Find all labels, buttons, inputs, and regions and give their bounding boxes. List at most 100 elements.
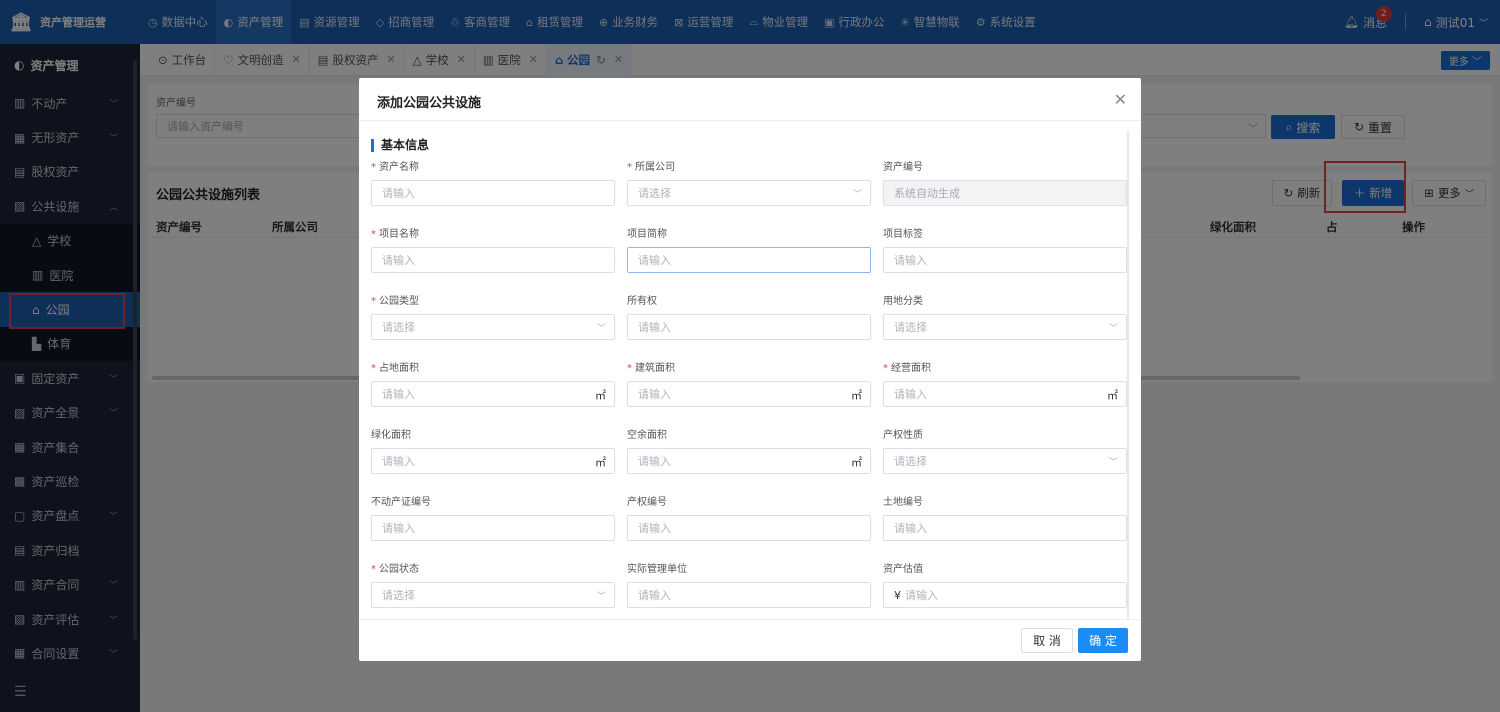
field-label-text: 不动产证编号 bbox=[371, 497, 431, 508]
field-label: 所有权 bbox=[627, 292, 871, 307]
select-field[interactable]: 请选择 ﹀ bbox=[627, 180, 871, 206]
field-label-text: 土地编号 bbox=[883, 497, 923, 508]
form-field: * 资产名称 请输入 bbox=[371, 158, 615, 206]
text-field[interactable]: ¥ 请输入 bbox=[883, 582, 1127, 608]
field-label: * 占地面积 bbox=[371, 359, 615, 374]
text-field[interactable]: 请输入 bbox=[371, 247, 615, 273]
field-label: 项目简称 bbox=[627, 225, 871, 240]
text-field[interactable]: 请输入 bbox=[627, 247, 871, 273]
field-placeholder: 请输入 bbox=[638, 321, 671, 334]
text-field[interactable]: 请输入 bbox=[883, 247, 1127, 273]
field-placeholder: 请选择 bbox=[638, 187, 671, 200]
field-label-text: 资产名称 bbox=[379, 162, 419, 173]
form-field: * 公园状态 请选择 ﹀ bbox=[371, 560, 615, 608]
form-field: 所有权 请输入 bbox=[627, 292, 871, 340]
select-field[interactable]: 请选择 ﹀ bbox=[883, 448, 1127, 474]
form-field: 土地编号 请输入 bbox=[883, 493, 1127, 541]
field-label: 空余面积 bbox=[627, 426, 871, 441]
required-mark: * bbox=[371, 162, 376, 173]
text-field[interactable]: 请输入 bbox=[371, 515, 615, 541]
select-field[interactable]: 请选择 ﹀ bbox=[371, 314, 615, 340]
form-field: 用地分类 请选择 ﹀ bbox=[883, 292, 1127, 340]
required-mark: * bbox=[627, 162, 632, 173]
add-park-facility-dialog: 添加公园公共设施 ✕ 基本信息 * 资产名称 请输入 * 所属公司 请选择 ﹀ 资产编号 … bbox=[359, 78, 1141, 661]
text-field[interactable]: 请输入 ㎡ bbox=[371, 448, 615, 474]
field-label-text: 所属公司 bbox=[635, 162, 675, 173]
text-field[interactable]: 请输入 ㎡ bbox=[627, 448, 871, 474]
field-label: 资产估值 bbox=[883, 560, 1127, 575]
field-label-text: 项目名称 bbox=[379, 229, 419, 240]
field-label-text: 用地分类 bbox=[883, 296, 923, 307]
text-field[interactable]: 请输入 ㎡ bbox=[627, 381, 871, 407]
text-field[interactable]: 请输入 bbox=[627, 515, 871, 541]
field-label: * 建筑面积 bbox=[627, 359, 871, 374]
field-placeholder: 请输入 bbox=[894, 522, 927, 535]
text-field[interactable]: 请输入 ㎡ bbox=[371, 381, 615, 407]
field-label: * 公园类型 bbox=[371, 292, 615, 307]
dialog-body: 基本信息 * 资产名称 请输入 * 所属公司 请选择 ﹀ 资产编号 系统自动生成 * 项目名称… bbox=[359, 121, 1141, 619]
chevron-down-icon: ﹀ bbox=[1108, 458, 1118, 468]
text-field[interactable]: 请输入 bbox=[627, 582, 871, 608]
field-label-text: 项目标签 bbox=[883, 229, 923, 240]
field-label: * 经营面积 bbox=[883, 359, 1127, 374]
text-field[interactable]: 请输入 bbox=[371, 180, 615, 206]
required-mark: * bbox=[371, 564, 376, 575]
text-field: 系统自动生成 bbox=[883, 180, 1127, 206]
field-placeholder: 请输入 bbox=[382, 388, 415, 401]
field-placeholder: 系统自动生成 bbox=[894, 187, 960, 200]
field-placeholder: 请输入 bbox=[638, 388, 671, 401]
form-field: * 经营面积 请输入 ㎡ bbox=[883, 359, 1127, 407]
dialog-scrollbar[interactable] bbox=[1127, 131, 1129, 619]
text-field[interactable]: 请输入 bbox=[883, 515, 1127, 541]
chevron-down-icon: ﹀ bbox=[1108, 324, 1118, 334]
field-placeholder: 请输入 bbox=[382, 254, 415, 267]
field-label-text: 实际管理单位 bbox=[627, 564, 687, 575]
section-title: 基本信息 bbox=[371, 139, 429, 152]
field-label: * 公园状态 bbox=[371, 560, 615, 575]
form-field: * 建筑面积 请输入 ㎡ bbox=[627, 359, 871, 407]
field-label-text: 产权性质 bbox=[883, 430, 923, 441]
field-placeholder: 请输入 bbox=[638, 522, 671, 535]
field-label-text: 资产估值 bbox=[883, 564, 923, 575]
form-field: 产权性质 请选择 ﹀ bbox=[883, 426, 1127, 474]
required-mark: * bbox=[371, 229, 376, 240]
field-label-text: 占地面积 bbox=[379, 363, 419, 374]
chevron-down-icon: ﹀ bbox=[596, 592, 606, 602]
chevron-down-icon: ﹀ bbox=[596, 324, 606, 334]
unit-suffix: ㎡ bbox=[851, 389, 862, 402]
field-label: 资产编号 bbox=[883, 158, 1127, 173]
field-placeholder: 请选择 bbox=[894, 321, 927, 334]
close-icon[interactable]: ✕ bbox=[1114, 90, 1127, 109]
field-placeholder: 请输入 bbox=[382, 187, 415, 200]
text-field[interactable]: 请输入 bbox=[627, 314, 871, 340]
form-field: 资产估值 ¥ 请输入 bbox=[883, 560, 1127, 608]
field-placeholder: 请选择 bbox=[894, 455, 927, 468]
select-field[interactable]: 请选择 ﹀ bbox=[883, 314, 1127, 340]
select-field[interactable]: 请选择 ﹀ bbox=[371, 582, 615, 608]
field-placeholder: 请输入 bbox=[382, 455, 415, 468]
field-placeholder: 请输入 bbox=[638, 455, 671, 468]
field-label-text: 经营面积 bbox=[891, 363, 931, 374]
field-placeholder: 请输入 bbox=[638, 589, 671, 602]
confirm-button[interactable]: 确 定 bbox=[1078, 628, 1128, 653]
form-field: * 项目名称 请输入 bbox=[371, 225, 615, 273]
form-field: 实际管理单位 请输入 bbox=[627, 560, 871, 608]
required-mark: * bbox=[883, 363, 888, 374]
text-field[interactable]: 请输入 ㎡ bbox=[883, 381, 1127, 407]
form-field: 项目标签 请输入 bbox=[883, 225, 1127, 273]
field-label-text: 建筑面积 bbox=[635, 363, 675, 374]
currency-prefix: ¥ bbox=[894, 588, 901, 602]
field-label: 项目标签 bbox=[883, 225, 1127, 240]
field-label: * 所属公司 bbox=[627, 158, 871, 173]
field-label: * 资产名称 bbox=[371, 158, 615, 173]
form-field: 项目简称 请输入 bbox=[627, 225, 871, 273]
field-label-text: 产权编号 bbox=[627, 497, 667, 508]
field-label: 不动产证编号 bbox=[371, 493, 615, 508]
field-label-text: 资产编号 bbox=[883, 162, 923, 173]
field-placeholder: 请输入 bbox=[382, 522, 415, 535]
required-mark: * bbox=[371, 363, 376, 374]
cancel-button[interactable]: 取 消 bbox=[1021, 628, 1073, 653]
field-label: 绿化面积 bbox=[371, 426, 615, 441]
field-label: 产权编号 bbox=[627, 493, 871, 508]
unit-suffix: ㎡ bbox=[851, 456, 862, 469]
